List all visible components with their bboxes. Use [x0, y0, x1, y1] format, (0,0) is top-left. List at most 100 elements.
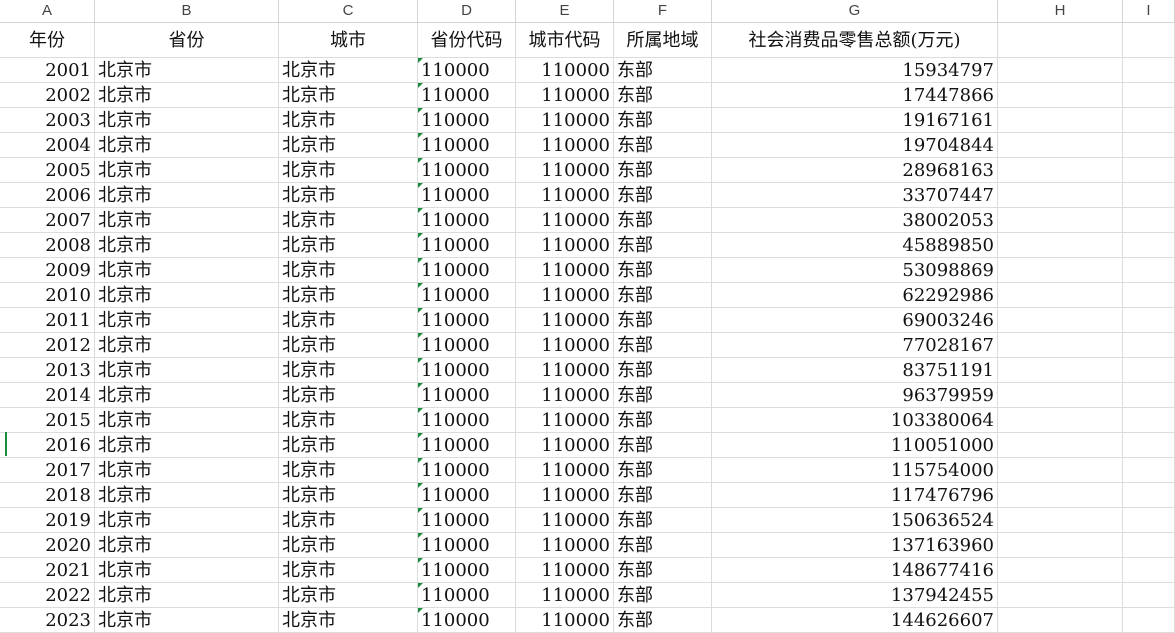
cell-city[interactable]: 北京市 [279, 233, 418, 257]
cell-province[interactable]: 北京市 [95, 333, 279, 357]
cell-retail-sales[interactable]: 103380064 [712, 408, 998, 432]
cell-province[interactable]: 北京市 [95, 558, 279, 582]
cell-retail-sales[interactable]: 15934797 [712, 58, 998, 82]
cell-city[interactable]: 北京市 [279, 558, 418, 582]
empty-cell[interactable] [998, 233, 1123, 257]
cell-city[interactable]: 北京市 [279, 508, 418, 532]
header-cell-province-code[interactable]: 省份代码 [418, 23, 516, 57]
cell-province[interactable]: 北京市 [95, 58, 279, 82]
cell-year[interactable]: 2010 [0, 283, 95, 307]
cell-province[interactable]: 北京市 [95, 258, 279, 282]
cell-city-code[interactable]: 110000 [516, 458, 614, 482]
cell-province[interactable]: 北京市 [95, 108, 279, 132]
empty-cell[interactable] [998, 533, 1123, 557]
cell-province[interactable]: 北京市 [95, 608, 279, 632]
cell-retail-sales[interactable]: 53098869 [712, 258, 998, 282]
empty-cell[interactable] [1123, 383, 1175, 407]
empty-cell[interactable] [998, 283, 1123, 307]
cell-region[interactable]: 东部 [614, 558, 712, 582]
cell-region[interactable]: 东部 [614, 533, 712, 557]
cell-region[interactable]: 东部 [614, 308, 712, 332]
cell-city[interactable]: 北京市 [279, 183, 418, 207]
cell-province[interactable]: 北京市 [95, 408, 279, 432]
cell-retail-sales[interactable]: 17447866 [712, 83, 998, 107]
empty-cell[interactable] [1123, 358, 1175, 382]
header-cell-city[interactable]: 城市 [279, 23, 418, 57]
cell-city-code[interactable]: 110000 [516, 383, 614, 407]
empty-cell[interactable] [1123, 283, 1175, 307]
column-header-b[interactable]: B [95, 0, 279, 22]
empty-cell[interactable] [1123, 533, 1175, 557]
cell-retail-sales[interactable]: 137942455 [712, 583, 998, 607]
cell-year[interactable]: 2002 [0, 83, 95, 107]
cell-province-code[interactable]: 110000 [418, 258, 516, 282]
cell-city[interactable]: 北京市 [279, 58, 418, 82]
empty-cell[interactable] [998, 258, 1123, 282]
cell-city[interactable]: 北京市 [279, 583, 418, 607]
empty-cell[interactable] [998, 83, 1123, 107]
empty-cell[interactable] [1123, 133, 1175, 157]
cell-city-code[interactable]: 110000 [516, 433, 614, 457]
cell-retail-sales[interactable]: 137163960 [712, 533, 998, 557]
cell-city-code[interactable]: 110000 [516, 558, 614, 582]
cell-province[interactable]: 北京市 [95, 458, 279, 482]
cell-province[interactable]: 北京市 [95, 158, 279, 182]
cell-province-code[interactable]: 110000 [418, 508, 516, 532]
column-header-e[interactable]: E [516, 0, 614, 22]
empty-cell[interactable] [1123, 58, 1175, 82]
cell-city[interactable]: 北京市 [279, 383, 418, 407]
empty-cell[interactable] [998, 358, 1123, 382]
cell-region[interactable]: 东部 [614, 158, 712, 182]
empty-cell[interactable] [998, 23, 1123, 57]
cell-province[interactable]: 北京市 [95, 308, 279, 332]
empty-cell[interactable] [1123, 158, 1175, 182]
cell-city[interactable]: 北京市 [279, 333, 418, 357]
cell-region[interactable]: 东部 [614, 83, 712, 107]
cell-city[interactable]: 北京市 [279, 608, 418, 632]
cell-city[interactable]: 北京市 [279, 458, 418, 482]
cell-province[interactable]: 北京市 [95, 83, 279, 107]
empty-cell[interactable] [1123, 258, 1175, 282]
cell-city-code[interactable]: 110000 [516, 408, 614, 432]
cell-year[interactable]: 2008 [0, 233, 95, 257]
cell-region[interactable]: 东部 [614, 133, 712, 157]
cell-year[interactable]: 2014 [0, 383, 95, 407]
cell-region[interactable]: 东部 [614, 108, 712, 132]
empty-cell[interactable] [998, 308, 1123, 332]
empty-cell[interactable] [998, 208, 1123, 232]
cell-city[interactable]: 北京市 [279, 83, 418, 107]
cell-province-code[interactable]: 110000 [418, 408, 516, 432]
empty-cell[interactable] [998, 408, 1123, 432]
cell-city[interactable]: 北京市 [279, 308, 418, 332]
cell-retail-sales[interactable]: 62292986 [712, 283, 998, 307]
empty-cell[interactable] [1123, 308, 1175, 332]
empty-cell[interactable] [1123, 458, 1175, 482]
cell-city-code[interactable]: 110000 [516, 133, 614, 157]
cell-city[interactable]: 北京市 [279, 358, 418, 382]
empty-cell[interactable] [998, 608, 1123, 632]
cell-retail-sales[interactable]: 77028167 [712, 333, 998, 357]
cell-province-code[interactable]: 110000 [418, 458, 516, 482]
cell-year[interactable]: 2005 [0, 158, 95, 182]
empty-cell[interactable] [998, 508, 1123, 532]
cell-year[interactable]: 2012 [0, 333, 95, 357]
cell-region[interactable]: 东部 [614, 483, 712, 507]
cell-region[interactable]: 东部 [614, 183, 712, 207]
cell-year[interactable]: 2020 [0, 533, 95, 557]
empty-cell[interactable] [1123, 483, 1175, 507]
cell-city-code[interactable]: 110000 [516, 58, 614, 82]
cell-region[interactable]: 东部 [614, 583, 712, 607]
cell-year[interactable]: 2015 [0, 408, 95, 432]
empty-cell[interactable] [1123, 208, 1175, 232]
cell-province-code[interactable]: 110000 [418, 383, 516, 407]
cell-province-code[interactable]: 110000 [418, 133, 516, 157]
empty-cell[interactable] [998, 458, 1123, 482]
cell-province-code[interactable]: 110000 [418, 83, 516, 107]
cell-year[interactable]: 2006 [0, 183, 95, 207]
cell-province-code[interactable]: 110000 [418, 533, 516, 557]
column-header-i[interactable]: I [1123, 0, 1175, 22]
empty-cell[interactable] [1123, 433, 1175, 457]
cell-year[interactable]: 2001 [0, 58, 95, 82]
empty-cell[interactable] [1123, 83, 1175, 107]
empty-cell[interactable] [1123, 583, 1175, 607]
